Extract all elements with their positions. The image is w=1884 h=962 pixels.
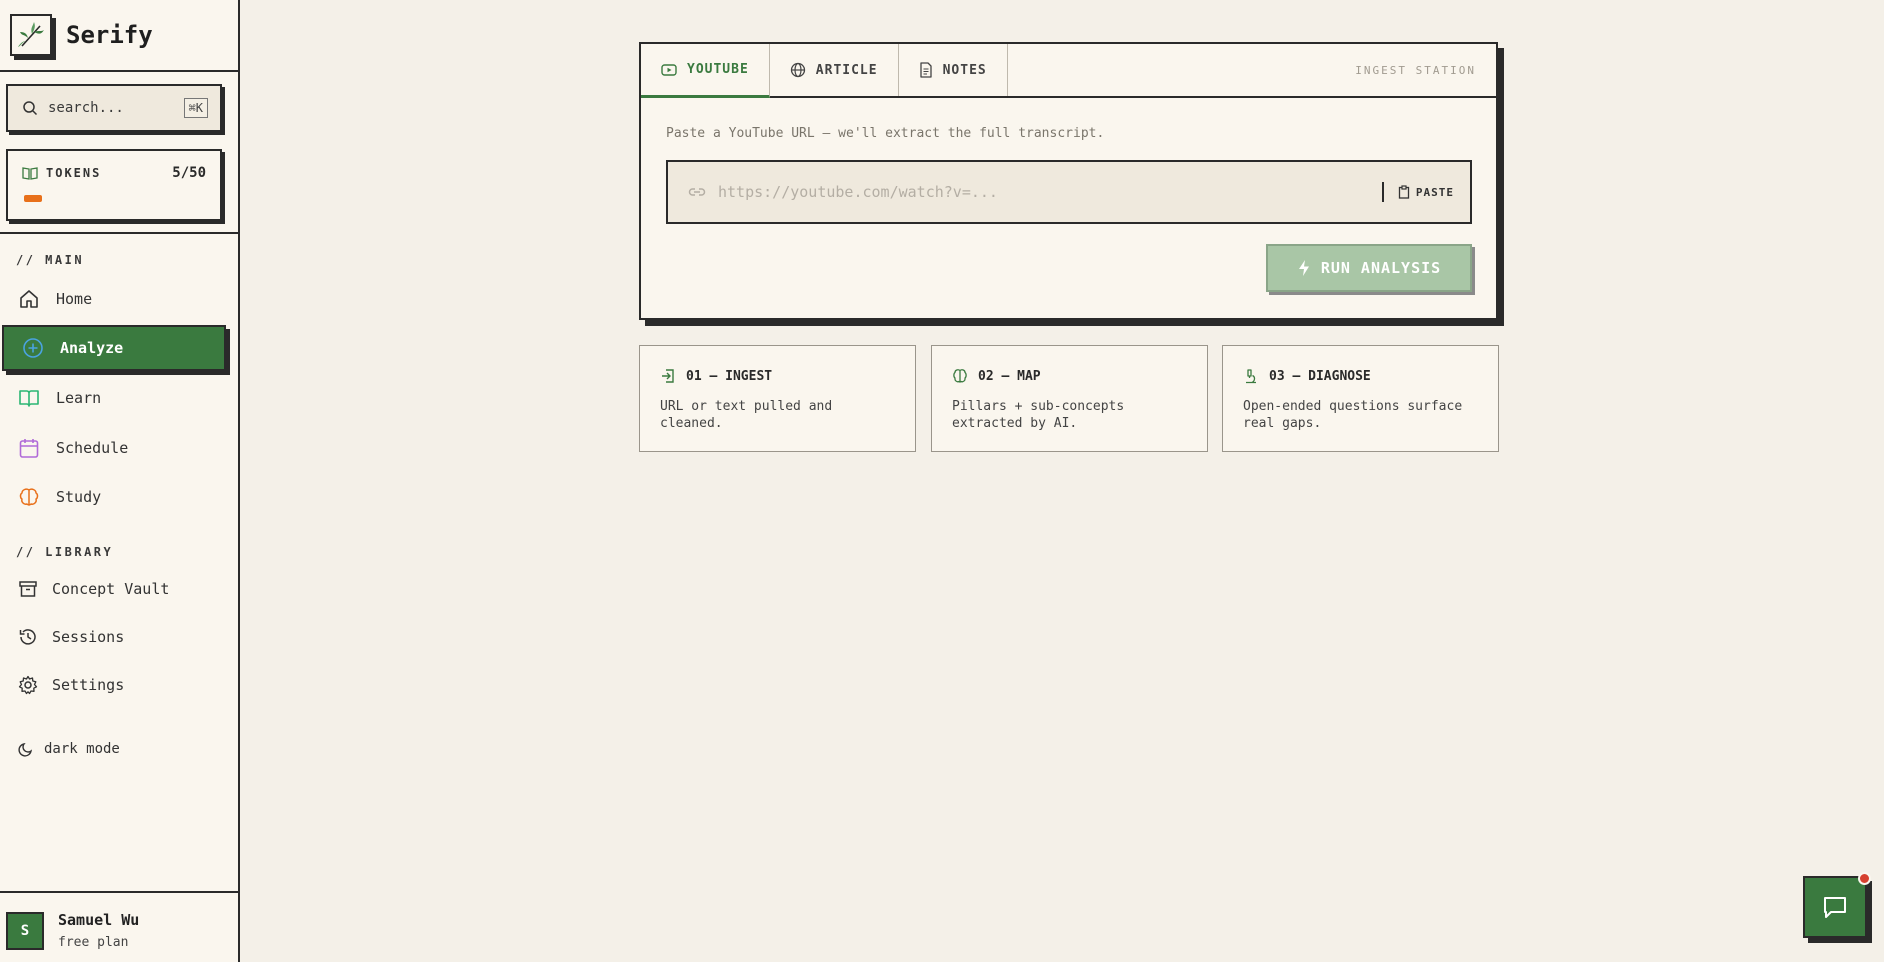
nav-item-label: Learn [56,389,102,407]
tokens-label: TOKENS [46,166,102,180]
nav-item-study[interactable]: Study [0,474,228,520]
brand-name: Serify [66,21,153,49]
step-title: 01 — INGEST [686,368,773,384]
youtube-icon [661,63,677,76]
nav-item-label: Schedule [56,439,129,457]
field-divider [1381,182,1384,202]
plus-circle-icon [23,338,43,358]
step-card-ingest: 01 — INGEST URL or text pulled and clean… [639,345,916,452]
home-icon [20,290,38,308]
clipboard-icon [1398,185,1410,199]
run-analysis-button[interactable]: RUN ANALYSIS [1266,244,1472,292]
brain-icon [19,488,39,506]
ingest-hint: Paste a YouTube URL — we'll extract the … [666,126,1105,141]
document-icon [919,62,932,78]
url-field[interactable]: PASTE [666,160,1472,224]
paste-button[interactable]: PASTE [1398,185,1454,199]
tokens-count: 5/50 [172,165,206,181]
user-plan: free plan [58,935,129,950]
nav-item-label: Study [56,488,102,506]
nav-item-label: Sessions [52,628,125,646]
nav-item-analyze[interactable]: Analyze [2,325,226,371]
login-icon [662,369,674,383]
nav-item-label: Settings [52,676,125,694]
sprout-logo-icon [18,22,44,47]
calendar-icon [19,439,39,458]
source-tabs: YOUTUBE ARTICLE NOTES INGEST STATION [641,44,1496,98]
nav-item-label: Home [56,290,93,308]
nav-item-label: Analyze [60,339,124,357]
ingest-panel: YOUTUBE ARTICLE NOTES INGEST STATION Pas… [639,42,1498,320]
brand[interactable]: Serify [0,0,238,72]
tab-label: ARTICLE [815,62,878,78]
nav-item-sessions[interactable]: Sessions [0,617,228,657]
search-shortcut: ⌘K [183,98,208,118]
book-open-icon [19,390,39,407]
paste-label: PASTE [1415,185,1454,199]
archive-icon [19,581,37,597]
step-title: 02 — MAP [978,368,1041,384]
user-name: Samuel Wu [58,911,140,929]
nav-item-label: Concept Vault [52,580,170,598]
search-input[interactable]: search... [48,100,184,116]
divider [0,232,240,234]
sidebar: Serify search... ⌘K TOKENS 5/50 // MAIN … [0,0,240,962]
globe-icon [790,62,805,78]
history-icon [19,629,36,645]
tokens-card: TOKENS 5/50 [6,149,222,221]
step-description: Open-ended questions surface real gaps. [1243,399,1463,431]
step-card-diagnose: 03 — DIAGNOSE Open-ended questions surfa… [1222,345,1499,452]
tab-youtube[interactable]: YOUTUBE [641,44,770,98]
step-description: Pillars + sub-concepts extracted by AI. [952,399,1125,431]
tab-notes[interactable]: NOTES [899,44,1008,96]
url-input[interactable] [718,183,1382,201]
section-label-main: // MAIN [16,253,85,267]
search-box[interactable]: search... ⌘K [6,84,222,132]
divider [0,891,240,893]
step-description: URL or text pulled and cleaned. [660,399,833,431]
notification-dot [1858,872,1871,885]
tab-label: NOTES [942,62,987,78]
run-analysis-label: RUN ANALYSIS [1320,259,1442,277]
search-icon [23,101,38,116]
link-icon [688,188,706,196]
gear-icon [18,675,38,695]
tab-label: YOUTUBE [687,62,749,77]
nav-item-learn[interactable]: Learn [0,375,228,421]
nav-item-schedule[interactable]: Schedule [0,425,228,471]
nav-item-concept-vault[interactable]: Concept Vault [0,569,228,609]
chat-button[interactable] [1803,872,1871,938]
book-icon [22,167,38,180]
user-profile[interactable]: S Samuel Wu free plan [6,911,139,950]
step-card-map: 02 — MAP Pillars + sub-concepts extracte… [931,345,1208,452]
moon-icon [18,742,33,757]
avatar: S [6,911,44,950]
lightning-icon [1298,260,1309,276]
logo [10,14,52,56]
tab-article[interactable]: ARTICLE [770,44,899,96]
dark-mode-label: dark mode [44,741,120,757]
nav-item-settings[interactable]: Settings [0,665,228,705]
nav-item-home[interactable]: Home [0,276,228,322]
tokens-progress-bar [22,195,206,202]
tokens-progress-fill [24,195,42,202]
chat-bubble-icon [1824,897,1846,918]
step-title: 03 — DIAGNOSE [1269,368,1371,384]
dark-mode-toggle[interactable]: dark mode [18,741,120,757]
microscope-icon [1246,369,1256,384]
brain-icon [953,369,967,383]
ingest-station-label: INGEST STATION [1355,64,1476,77]
section-label-library: // LIBRARY [16,545,114,559]
